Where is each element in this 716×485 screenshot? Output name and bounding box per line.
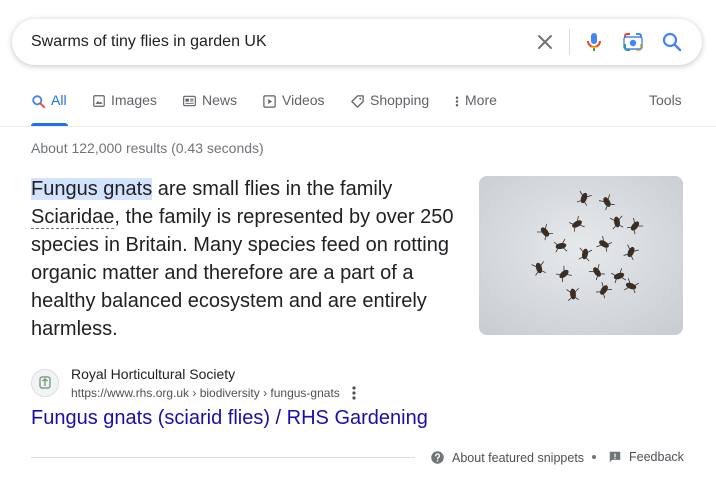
tree-logo-icon xyxy=(39,376,51,389)
kebab-icon xyxy=(455,96,459,107)
snippet-term-link[interactable]: Sciaridae xyxy=(31,206,115,229)
search-input[interactable]: Swarms of tiny flies in garden UK xyxy=(31,19,267,65)
tab-label: News xyxy=(202,92,238,108)
result-source[interactable]: Royal Horticultural Society https://www.… xyxy=(31,366,391,402)
news-icon xyxy=(183,95,196,107)
about-label: About featured snippets xyxy=(452,450,585,465)
snippet-text-part1: are small flies in the family xyxy=(152,178,393,200)
camera-lens-icon[interactable] xyxy=(621,30,645,54)
gnats-illustration xyxy=(479,176,683,335)
tabs-divider xyxy=(0,126,716,127)
search-bar-divider xyxy=(569,29,570,55)
microphone-icon[interactable] xyxy=(582,30,606,54)
tab-label: Images xyxy=(111,92,157,108)
tab-videos[interactable]: Videos xyxy=(262,92,325,126)
tab-more[interactable]: More xyxy=(454,92,497,126)
fungus-gnats-image[interactable] xyxy=(479,176,683,335)
help-icon xyxy=(431,451,444,464)
tools-label: Tools xyxy=(649,92,682,108)
featured-snippet-text: Fungus gnats are small flies in the fami… xyxy=(31,175,471,343)
tools-button[interactable]: Tools xyxy=(649,92,682,126)
tab-label: Videos xyxy=(282,92,325,108)
result-stats: About 122,000 results (0.43 seconds) xyxy=(31,140,264,156)
tag-icon xyxy=(351,95,364,108)
result-title-link[interactable]: Fungus gnats (sciarid flies) / RHS Garde… xyxy=(31,407,428,430)
play-icon xyxy=(263,95,276,108)
about-featured-snippets[interactable]: About featured snippets xyxy=(430,450,584,465)
tab-shopping[interactable]: Shopping xyxy=(350,92,429,126)
more-options-icon[interactable] xyxy=(348,385,360,401)
search-tabs: All Images News Videos Shopping More Too… xyxy=(0,92,716,126)
search-bar[interactable]: Swarms of tiny flies in garden UK xyxy=(12,19,702,65)
site-favicon xyxy=(31,369,59,397)
tab-label: More xyxy=(465,92,497,108)
footer-separator-dot xyxy=(592,455,596,459)
feedback-icon xyxy=(609,451,621,463)
clear-icon[interactable] xyxy=(533,30,557,54)
site-url: https://www.rhs.org.uk › biodiversity › … xyxy=(71,386,340,400)
feedback-button[interactable]: Feedback xyxy=(608,450,684,464)
search-icon[interactable] xyxy=(660,30,684,54)
tab-images[interactable]: Images xyxy=(92,92,157,126)
tab-news[interactable]: News xyxy=(182,92,237,126)
snippet-divider xyxy=(31,457,415,458)
feedback-label: Feedback xyxy=(629,450,684,464)
snippet-highlight: Fungus gnats xyxy=(31,178,153,200)
tab-label: Shopping xyxy=(370,92,430,108)
tab-label: All xyxy=(51,92,67,108)
search-icon xyxy=(32,95,46,109)
tab-all[interactable]: All xyxy=(31,92,67,126)
site-name: Royal Horticultural Society xyxy=(71,366,236,382)
image-icon xyxy=(93,95,105,107)
